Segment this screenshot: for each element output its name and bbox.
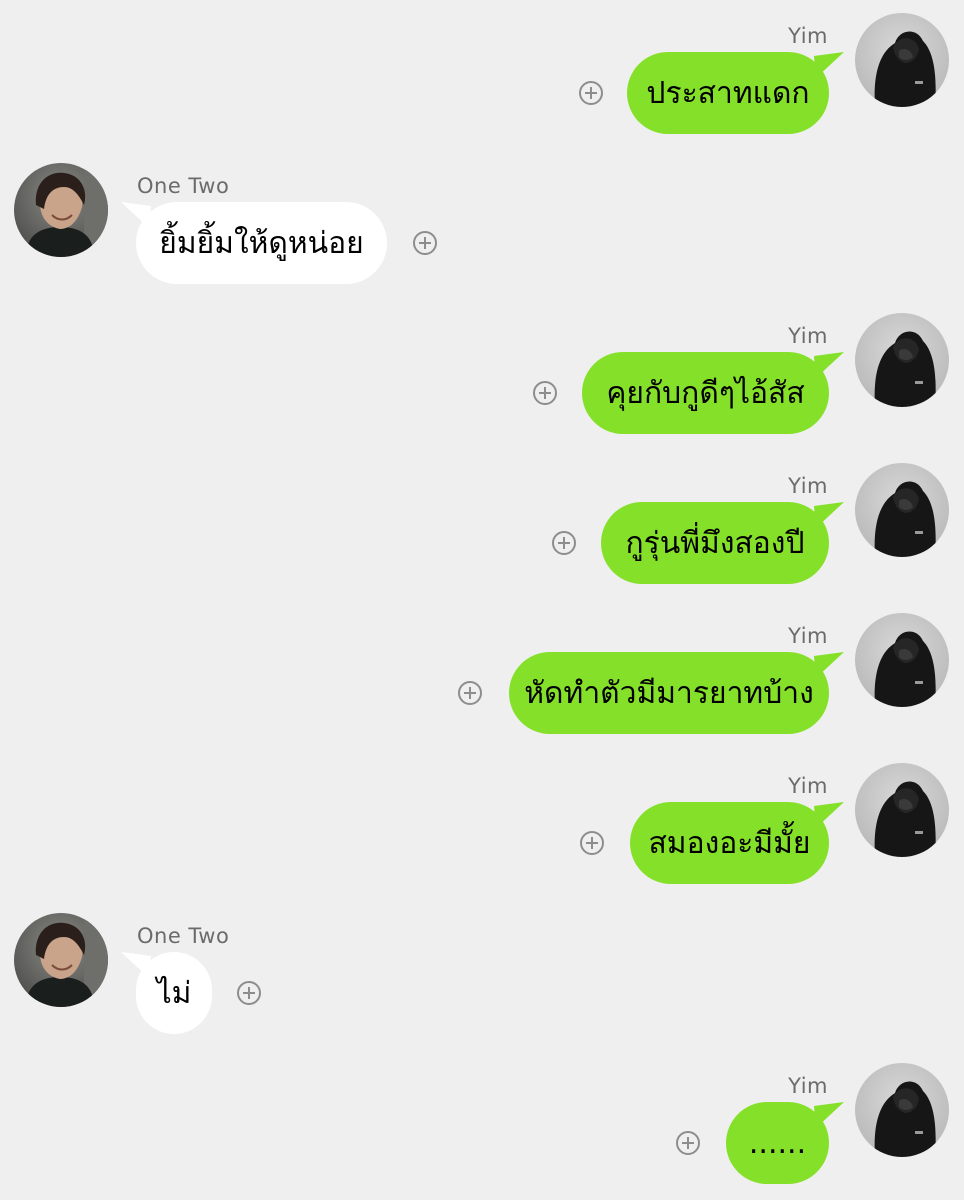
sender-name: One Two — [137, 924, 230, 948]
sender-name: One Two — [137, 174, 230, 198]
message-bubble[interactable]: ไม่ — [136, 952, 212, 1034]
avatar-yim[interactable] — [855, 613, 949, 707]
sender-name: Yim — [788, 624, 828, 648]
avatar-yim[interactable] — [855, 13, 949, 107]
plus-circle-icon[interactable] — [533, 381, 557, 405]
sender-name: Yim — [788, 774, 828, 798]
avatar-yim[interactable] — [855, 313, 949, 407]
message-bubble[interactable]: กูรุ่นพี่มึงสองปี — [601, 502, 829, 584]
plus-circle-icon[interactable] — [676, 1131, 700, 1155]
message-bubble[interactable]: ประสาทแดก — [627, 52, 829, 134]
plus-circle-icon[interactable] — [580, 831, 604, 855]
sender-name: Yim — [788, 1074, 828, 1098]
sender-name: Yim — [788, 324, 828, 348]
plus-circle-icon[interactable] — [579, 81, 603, 105]
plus-circle-icon[interactable] — [552, 531, 576, 555]
avatar-yim[interactable] — [855, 763, 949, 857]
avatar-yim[interactable] — [855, 1063, 949, 1157]
plus-circle-icon[interactable] — [458, 681, 482, 705]
avatar-one-two[interactable] — [14, 913, 108, 1007]
sender-name: Yim — [788, 474, 828, 498]
message-bubble[interactable]: ...... — [726, 1102, 829, 1184]
plus-circle-icon[interactable] — [413, 231, 437, 255]
message-bubble[interactable]: สมองอะมีมั้ย — [630, 802, 829, 884]
message-bubble[interactable]: คุยกับกูดีๆไอ้สัส — [582, 352, 829, 434]
avatar-yim[interactable] — [855, 463, 949, 557]
message-bubble[interactable]: หัดทำตัวมีมารยาทบ้าง — [509, 652, 829, 734]
plus-circle-icon[interactable] — [237, 981, 261, 1005]
avatar-one-two[interactable] — [14, 163, 108, 257]
sender-name: Yim — [788, 24, 828, 48]
message-bubble[interactable]: ยิ้มยิ้มให้ดูหน่อย — [136, 202, 387, 284]
